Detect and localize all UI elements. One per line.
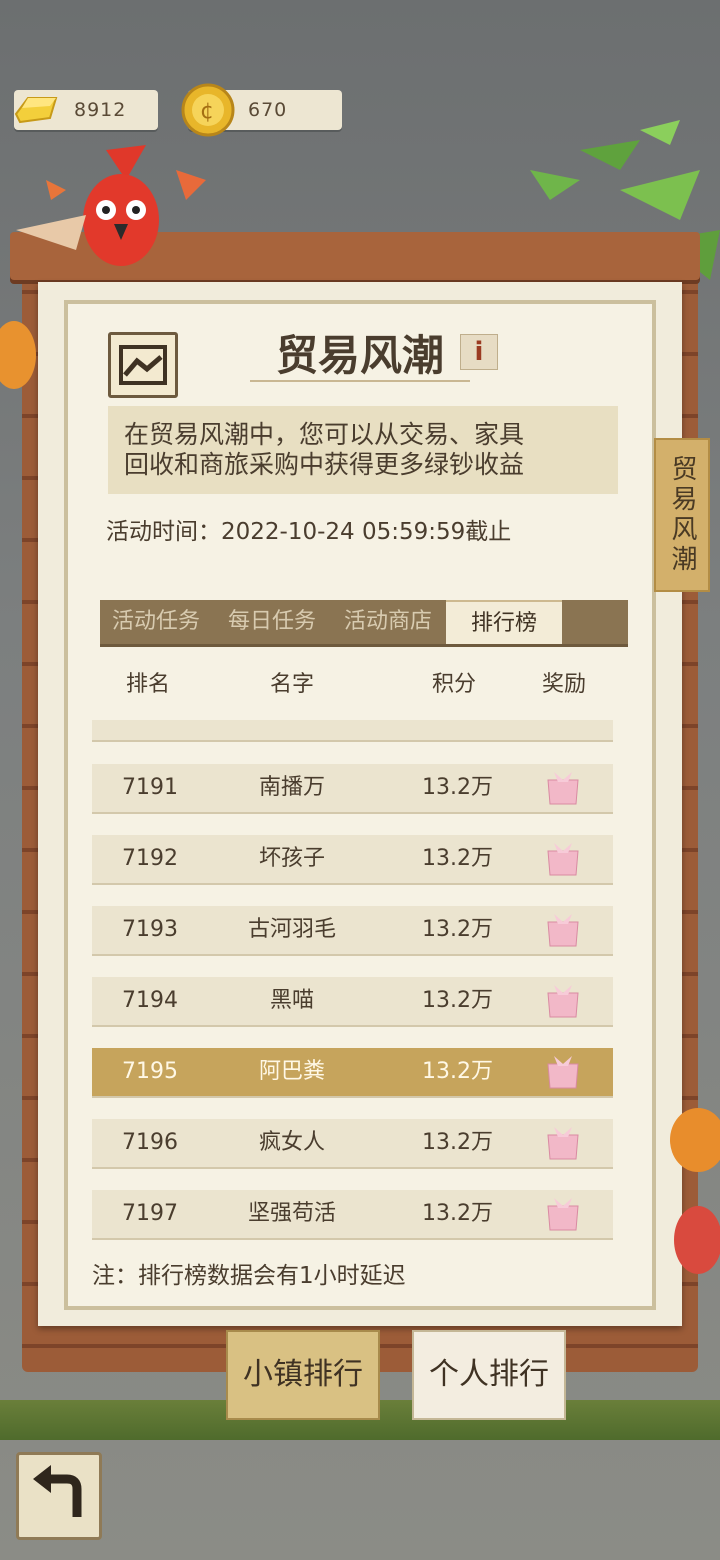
tab-event-tasks[interactable]: 活动任务: [100, 600, 212, 644]
table-row: 7197 坚强苟活 13.2万: [92, 1190, 613, 1240]
gift-box-icon[interactable]: [544, 912, 582, 948]
row-rank: 7195: [122, 1059, 178, 1084]
row-rank: 7194: [122, 988, 178, 1013]
row-name: 黑喵: [269, 988, 314, 1013]
table-row: 7194 黑喵 13.2万: [92, 977, 613, 1027]
side-tab-trade-event[interactable]: 贸易风潮: [654, 438, 710, 592]
row-name: 古河羽毛: [247, 917, 336, 942]
header-score: 积分: [432, 672, 477, 697]
event-time: 活动时间：2022-10-24 05:59:59截止: [106, 519, 512, 545]
row-score: 13.2万: [422, 1130, 493, 1155]
title-divider: [250, 380, 470, 382]
back-button[interactable]: [16, 1452, 102, 1540]
gold-bar-icon: [14, 97, 58, 124]
table-row: 7193 古河羽毛 13.2万: [92, 906, 613, 956]
row-score: 13.2万: [422, 846, 493, 871]
gold-bar-value: 8912: [74, 99, 127, 121]
row-name: 坚强苟活: [247, 1201, 336, 1226]
header-name: 名字: [270, 672, 315, 697]
row-name: 坏孩子: [258, 846, 325, 871]
row-score: 13.2万: [422, 917, 493, 942]
tab-bar-underline: [100, 644, 628, 647]
info-button[interactable]: i: [460, 334, 498, 370]
lantern-decoration-icon: [0, 321, 36, 389]
leaderboard-note: 注：排行榜数据会有1小时延迟: [92, 1263, 406, 1289]
leaderboard-list[interactable]: 7191 南播万 13.2万 7192 坏孩子 13.2万 7193 古河羽毛 …: [92, 720, 613, 1240]
gift-box-icon[interactable]: [544, 983, 582, 1019]
gift-box-icon[interactable]: [544, 1196, 582, 1232]
parrot-mascot-icon: [16, 145, 206, 266]
row-score: 13.2万: [422, 988, 493, 1013]
header-rank: 排名: [126, 672, 171, 697]
description-line-1: 在贸易风潮中，您可以从交易、家具: [124, 420, 525, 449]
lantern-decoration-icon: [670, 1108, 720, 1274]
row-name: 南播万: [258, 775, 325, 800]
row-score: 13.2万: [422, 775, 493, 800]
personal-ranking-button[interactable]: 个人排行: [412, 1330, 566, 1420]
row-rank: 7197: [122, 1201, 178, 1226]
table-row-partial: [92, 720, 613, 742]
row-name: 阿巴粪: [258, 1059, 325, 1084]
trade-event-icon: [108, 332, 178, 398]
row-rank: 7192: [122, 846, 178, 871]
town-ranking-button[interactable]: 小镇排行: [226, 1330, 380, 1420]
coin-value: 670: [248, 99, 288, 121]
header-reward: 奖励: [542, 672, 587, 697]
row-rank: 7196: [122, 1130, 178, 1155]
table-row-current-user: 7195 阿巴粪 13.2万: [92, 1048, 613, 1098]
row-score: 13.2万: [422, 1059, 493, 1084]
tab-event-shop[interactable]: 活动商店: [332, 600, 444, 644]
gift-box-icon[interactable]: [544, 1054, 582, 1090]
event-description: 在贸易风潮中，您可以从交易、家具 回收和商旅采购中获得更多绿钞收益: [108, 406, 618, 494]
row-rank: 7193: [122, 917, 178, 942]
gift-box-icon[interactable]: [544, 1125, 582, 1161]
svg-text:¢: ¢: [200, 99, 214, 124]
tab-leaderboard[interactable]: 排行榜: [446, 600, 562, 644]
coin-icon: ¢: [181, 83, 235, 137]
tab-daily-tasks[interactable]: 每日任务: [216, 600, 328, 644]
row-score: 13.2万: [422, 1201, 493, 1226]
description-line-2: 回收和商旅采购中获得更多绿钞收益: [124, 450, 525, 479]
gift-box-icon[interactable]: [544, 770, 582, 806]
row-rank: 7191: [122, 775, 178, 800]
row-name: 疯女人: [258, 1130, 325, 1155]
table-row: 7196 疯女人 13.2万: [92, 1119, 613, 1169]
coin-counter: ¢ 670: [181, 83, 342, 137]
back-arrow-icon: [33, 1465, 82, 1517]
gift-box-icon[interactable]: [544, 841, 582, 877]
table-row: 7192 坏孩子 13.2万: [92, 835, 613, 885]
gold-bar-counter: 8912: [14, 90, 158, 130]
table-row: 7191 南播万 13.2万: [92, 764, 613, 814]
